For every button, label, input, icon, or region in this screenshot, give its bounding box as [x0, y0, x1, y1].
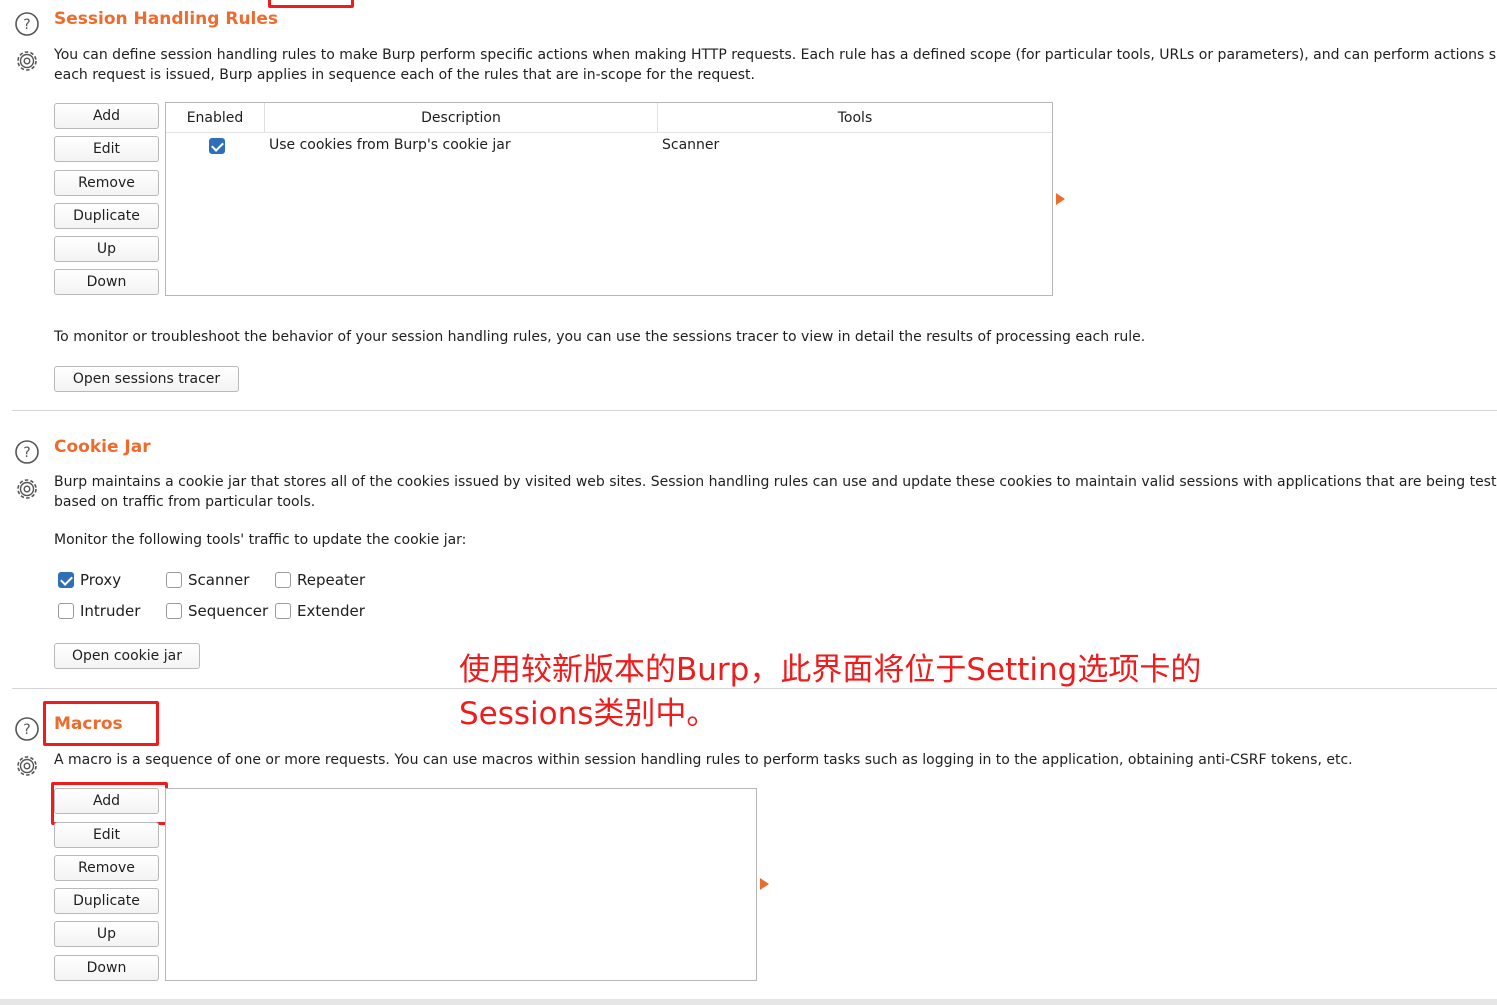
session-rules-edit-button[interactable]: Edit [54, 136, 159, 162]
section-divider [12, 410, 1497, 411]
sessions-tracer-text: To monitor or troubleshoot the behavior … [54, 329, 1146, 345]
section-title-cookie-jar: Cookie Jar [54, 437, 151, 457]
column-header-tools[interactable]: Tools [658, 103, 1052, 133]
macros-duplicate-button[interactable]: Duplicate [54, 888, 159, 914]
rule-description-cell: Use cookies from Burp's cookie jar [269, 137, 511, 153]
scanner-checkbox[interactable] [166, 572, 182, 588]
rule-enabled-checkbox[interactable] [209, 138, 225, 154]
sequencer-label[interactable]: Sequencer [188, 602, 268, 620]
highlight-box-macros-title [43, 701, 159, 746]
gear-icon[interactable] [14, 48, 40, 74]
macros-down-button[interactable]: Down [54, 955, 159, 981]
repeater-checkbox[interactable] [275, 572, 291, 588]
gear-icon[interactable] [14, 476, 40, 502]
column-header-description[interactable]: Description [265, 103, 658, 133]
session-rules-remove-button[interactable]: Remove [54, 170, 159, 196]
svg-text:?: ? [23, 445, 30, 461]
help-icon[interactable]: ? [14, 11, 40, 37]
cookie-jar-desc-line1: Burp maintains a cookie jar that stores … [54, 474, 1497, 490]
extender-checkbox[interactable] [275, 603, 291, 619]
session-rules-table[interactable]: Enabled Description Tools Use cookies fr… [165, 102, 1053, 296]
macros-list[interactable] [165, 788, 757, 981]
macros-desc: A macro is a sequence of one or more req… [54, 752, 1353, 768]
macros-edit-button[interactable]: Edit [54, 822, 159, 848]
table-row[interactable]: Use cookies from Burp's cookie jar Scann… [166, 134, 1052, 158]
session-rules-up-button[interactable]: Up [54, 236, 159, 262]
session-rules-desc-line1: You can define session handling rules to… [54, 47, 1497, 63]
highlight-box-top [268, 0, 354, 8]
column-header-enabled[interactable]: Enabled [166, 103, 265, 133]
sequencer-checkbox[interactable] [166, 603, 182, 619]
monitor-tools-label: Monitor the following tools' traffic to … [54, 532, 467, 548]
svg-text:?: ? [23, 17, 30, 33]
triangle-right-icon[interactable] [760, 878, 769, 890]
repeater-label[interactable]: Repeater [297, 571, 365, 589]
annotation-line1: 使用较新版本的Burp，此界面将位于Setting选项卡的 [459, 652, 1202, 688]
cookie-jar-desc-line2: based on traffic from particular tools. [54, 494, 316, 510]
extender-label[interactable]: Extender [297, 602, 365, 620]
window-bottom-edge [0, 999, 1497, 1005]
open-cookie-jar-button[interactable]: Open cookie jar [54, 643, 200, 669]
proxy-label[interactable]: Proxy [80, 571, 121, 589]
macros-up-button[interactable]: Up [54, 921, 159, 947]
rule-tools-cell: Scanner [662, 137, 720, 153]
help-icon[interactable]: ? [14, 439, 40, 465]
intruder-label[interactable]: Intruder [80, 602, 140, 620]
triangle-right-icon[interactable] [1056, 193, 1065, 205]
session-rules-desc-line2: each request is issued, Burp applies in … [54, 67, 755, 83]
proxy-checkbox[interactable] [58, 572, 74, 588]
help-icon[interactable]: ? [14, 716, 40, 742]
session-rules-add-button[interactable]: Add [54, 103, 159, 129]
open-sessions-tracer-button[interactable]: Open sessions tracer [54, 366, 239, 392]
gear-icon[interactable] [14, 753, 40, 779]
macros-remove-button[interactable]: Remove [54, 855, 159, 881]
section-title-session-rules: Session Handling Rules [54, 9, 279, 29]
highlight-box-macros-add [51, 782, 168, 825]
session-rules-down-button[interactable]: Down [54, 269, 159, 295]
scanner-label[interactable]: Scanner [188, 571, 249, 589]
annotation-line2: Sessions类别中。 [459, 696, 718, 732]
session-rules-duplicate-button[interactable]: Duplicate [54, 203, 159, 229]
svg-text:?: ? [23, 722, 30, 738]
intruder-checkbox[interactable] [58, 603, 74, 619]
